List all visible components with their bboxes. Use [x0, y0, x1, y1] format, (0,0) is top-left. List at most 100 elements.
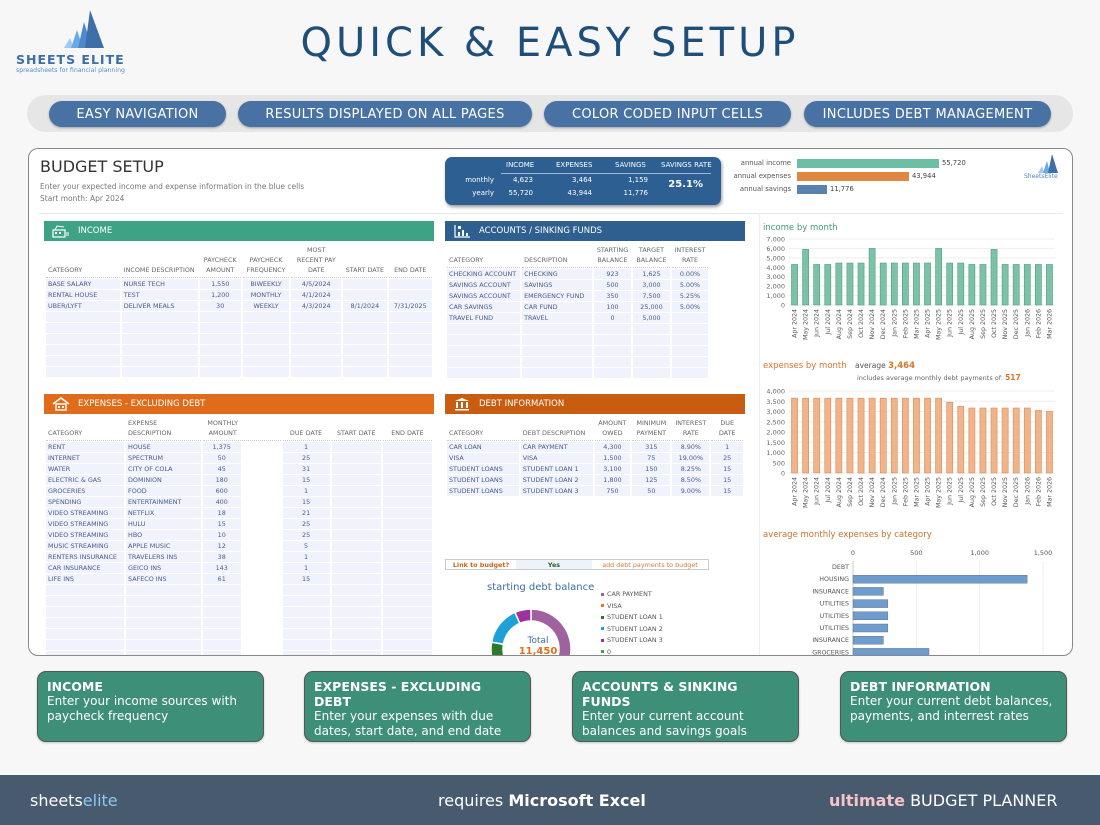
- table-cell[interactable]: [121, 356, 198, 366]
- table-cell[interactable]: TRAVEL FUND: [447, 313, 521, 323]
- table-cell[interactable]: 15: [282, 497, 330, 507]
- table-cell[interactable]: 1: [282, 486, 330, 496]
- table-cell[interactable]: LIFE INS: [46, 574, 125, 584]
- table-cell[interactable]: 50: [632, 486, 671, 496]
- table-cell[interactable]: 25: [282, 530, 330, 540]
- table-cell[interactable]: [242, 345, 290, 355]
- table-cell[interactable]: [447, 324, 521, 334]
- table-cell[interactable]: [632, 368, 670, 378]
- table-cell[interactable]: 8.25%: [672, 464, 710, 474]
- table-cell[interactable]: GEICO INS: [126, 563, 201, 573]
- table-cell[interactable]: HBO: [126, 530, 201, 540]
- table-cell[interactable]: [199, 367, 241, 377]
- table-cell[interactable]: [388, 367, 432, 377]
- table-cell[interactable]: 1: [282, 442, 330, 452]
- table-cell[interactable]: 19.00%: [672, 453, 710, 463]
- table-cell[interactable]: [594, 357, 631, 367]
- table-cell[interactable]: [282, 640, 330, 650]
- table-cell[interactable]: TRAVEL: [522, 313, 592, 323]
- table-cell[interactable]: [331, 508, 381, 518]
- table-cell[interactable]: [447, 357, 521, 367]
- table-cell[interactable]: 12: [202, 541, 281, 551]
- table-cell[interactable]: RENTAL HOUSE: [46, 290, 120, 300]
- table-cell[interactable]: [46, 651, 125, 655]
- table-cell[interactable]: CAR LOAN: [447, 442, 519, 452]
- table-cell[interactable]: TEST: [121, 290, 198, 300]
- table-cell[interactable]: [382, 519, 432, 529]
- table-cell[interactable]: [199, 323, 241, 333]
- table-cell[interactable]: [388, 345, 432, 355]
- table-cell[interactable]: [343, 345, 387, 355]
- table-cell[interactable]: [282, 651, 330, 655]
- table-cell[interactable]: TRAVELERS INS: [126, 552, 201, 562]
- table-cell[interactable]: [343, 279, 387, 289]
- table-cell[interactable]: 31: [282, 464, 330, 474]
- table-cell[interactable]: [632, 357, 670, 367]
- table-cell[interactable]: 10: [202, 530, 281, 540]
- table-cell[interactable]: [331, 629, 381, 639]
- table-cell[interactable]: [202, 651, 281, 655]
- table-cell[interactable]: 125: [632, 475, 671, 485]
- table-cell[interactable]: [202, 618, 281, 628]
- table-cell[interactable]: [382, 640, 432, 650]
- table-cell[interactable]: [126, 640, 201, 650]
- table-cell[interactable]: 3,100: [594, 464, 631, 474]
- table-cell[interactable]: STUDENT LOANS: [447, 464, 519, 474]
- table-cell[interactable]: 8/1/2024: [343, 301, 387, 311]
- table-cell[interactable]: [382, 618, 432, 628]
- table-cell[interactable]: 100: [594, 302, 631, 312]
- table-cell[interactable]: [126, 596, 201, 606]
- table-cell[interactable]: DOMINION: [126, 475, 201, 485]
- table-cell[interactable]: [331, 640, 381, 650]
- table-cell[interactable]: [382, 541, 432, 551]
- table-cell[interactable]: [331, 585, 381, 595]
- table-cell[interactable]: [242, 367, 290, 377]
- table-cell[interactable]: SAVINGS: [522, 280, 592, 290]
- table-cell[interactable]: [382, 574, 432, 584]
- table-cell[interactable]: [388, 279, 432, 289]
- table-cell[interactable]: [46, 596, 125, 606]
- table-cell[interactable]: [671, 313, 708, 323]
- table-cell[interactable]: [331, 497, 381, 507]
- table-cell[interactable]: [382, 563, 432, 573]
- table-cell[interactable]: 21: [282, 508, 330, 518]
- table-cell[interactable]: [382, 508, 432, 518]
- table-cell[interactable]: [331, 607, 381, 617]
- table-cell[interactable]: [632, 324, 670, 334]
- table-cell[interactable]: [46, 618, 125, 628]
- table-cell[interactable]: 5: [282, 541, 330, 551]
- table-cell[interactable]: NURSE TECH: [121, 279, 198, 289]
- table-cell[interactable]: 400: [202, 497, 281, 507]
- table-cell[interactable]: 143: [202, 563, 281, 573]
- table-cell[interactable]: SAVINGS ACCOUNT: [447, 280, 521, 290]
- table-cell[interactable]: 8.90%: [672, 442, 710, 452]
- link-to-budget-select[interactable]: Yes: [516, 560, 592, 569]
- table-cell[interactable]: BIWEEKLY: [242, 279, 290, 289]
- table-cell[interactable]: 180: [202, 475, 281, 485]
- table-cell[interactable]: [382, 530, 432, 540]
- table-cell[interactable]: WATER: [46, 464, 125, 474]
- table-cell[interactable]: 30: [199, 301, 241, 311]
- table-cell[interactable]: [331, 574, 381, 584]
- table-cell[interactable]: 61: [202, 574, 281, 584]
- table-cell[interactable]: [46, 585, 125, 595]
- table-cell[interactable]: [343, 334, 387, 344]
- table-cell[interactable]: [343, 312, 387, 322]
- table-cell[interactable]: [382, 475, 432, 485]
- table-cell[interactable]: [671, 335, 708, 345]
- table-cell[interactable]: CHECKING: [522, 269, 592, 279]
- table-cell[interactable]: [199, 345, 241, 355]
- table-cell[interactable]: [46, 323, 120, 333]
- table-cell[interactable]: [331, 541, 381, 551]
- table-cell[interactable]: [121, 323, 198, 333]
- table-cell[interactable]: 15: [202, 519, 281, 529]
- table-cell[interactable]: INTERNET: [46, 453, 125, 463]
- table-cell[interactable]: 4,300: [594, 442, 631, 452]
- table-cell[interactable]: 1,800: [594, 475, 631, 485]
- table-cell[interactable]: [291, 356, 342, 366]
- table-cell[interactable]: [282, 596, 330, 606]
- table-cell[interactable]: 15: [711, 475, 743, 485]
- table-cell[interactable]: [126, 618, 201, 628]
- table-cell[interactable]: [632, 335, 670, 345]
- table-cell[interactable]: CAR SAVINGS: [447, 302, 521, 312]
